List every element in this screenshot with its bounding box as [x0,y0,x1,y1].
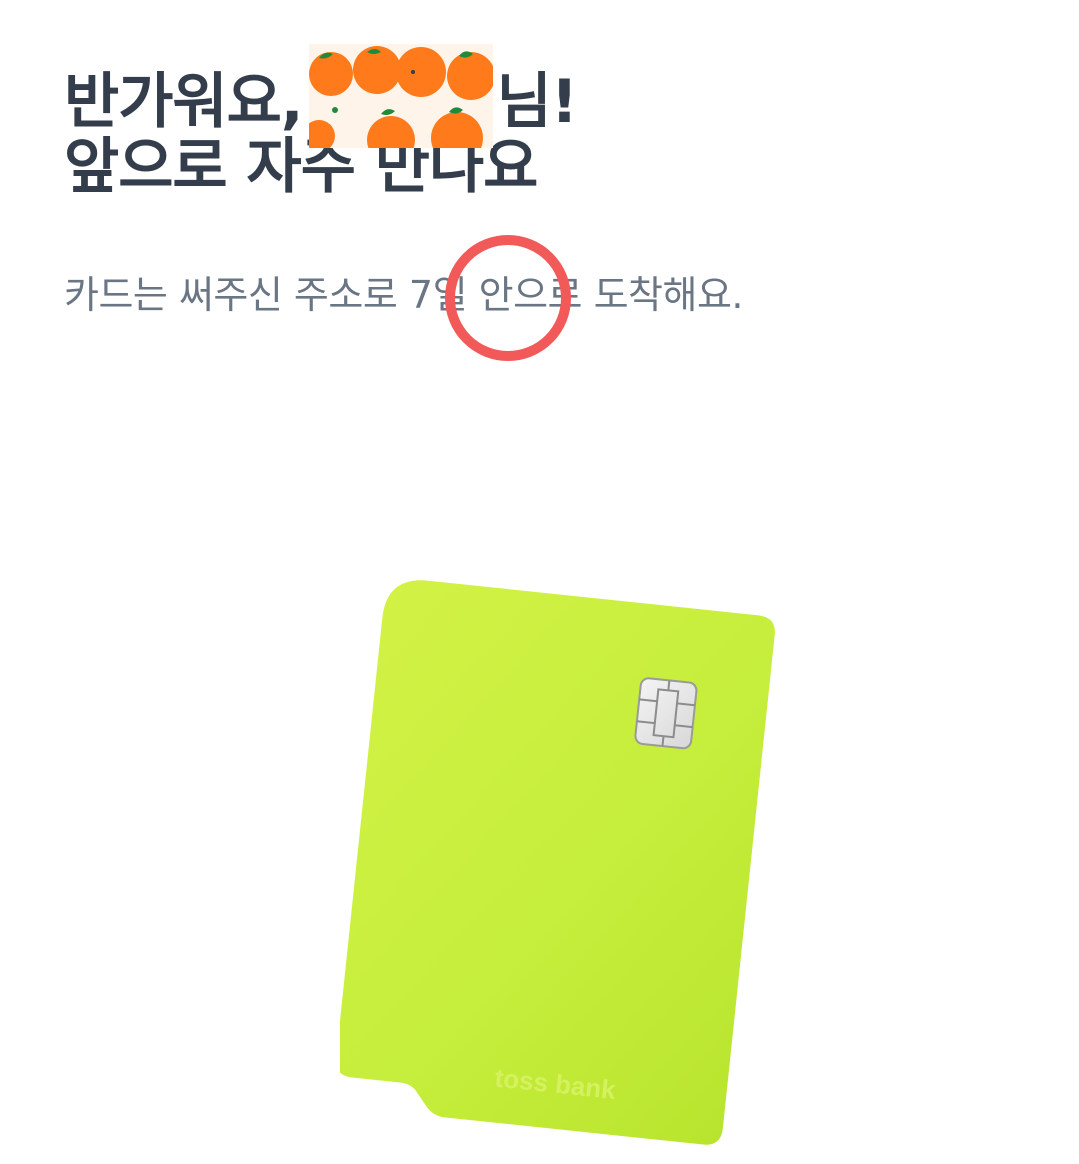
delivery-text-before: 카드는 써주신 주소로 [64,273,409,317]
orange-pattern-icon [308,44,493,148]
red-circle-annotation [445,235,571,361]
card-body [340,580,775,1145]
greeting-heading: 반가워요, 님! 앞으로 자주 만나요 [64,44,578,208]
name-redaction-sticker [308,44,493,148]
greeting-line-1: 반가워요, 님! [64,44,578,148]
delivery-notice: 카드는 써주신 주소로 7일 안으로 도착해요. [64,268,743,322]
card-illustration: toss bank [340,570,780,1150]
chip-icon [634,677,698,750]
card-issued-screen: 반가워요, 님! 앞으로 자주 만나요 카드는 써주신 주소로 7일 안으로 도… [0,0,1079,1164]
toss-bank-card: toss bank [340,580,775,1145]
